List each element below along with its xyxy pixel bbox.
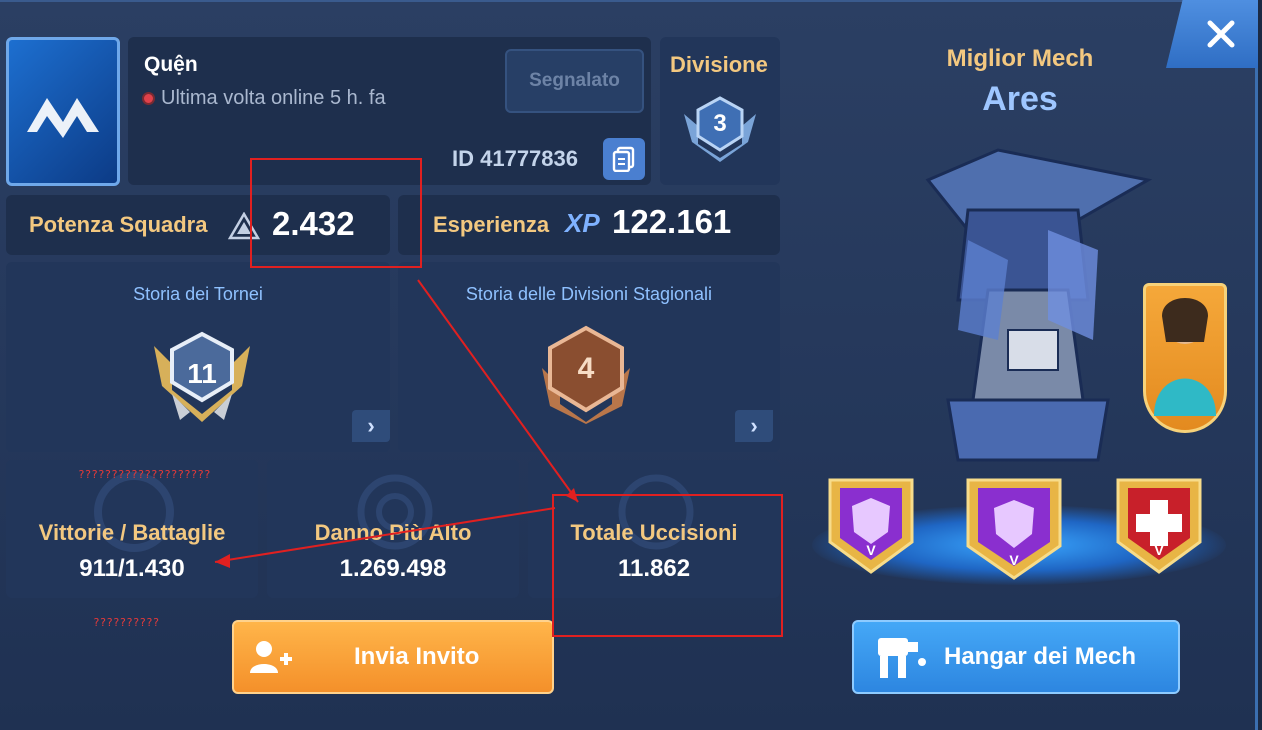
tournament-badge-icon: 11 — [150, 320, 254, 424]
best-mech-title: Miglior Mech — [946, 45, 1094, 72]
player-id: ID 41777836 — [452, 146, 578, 171]
chevron-right-icon: › — [367, 413, 375, 438]
kills-card: Totale Uccisioni 11.862 — [528, 460, 780, 598]
avatar[interactable] — [6, 37, 120, 186]
module-level-3: V — [1154, 542, 1164, 558]
division-label: Divisione — [670, 52, 768, 77]
tournament-badge-number: 11 — [187, 358, 217, 389]
tournament-history-arrow-button[interactable]: › — [352, 410, 390, 442]
seasonal-badge-icon: 4 — [538, 324, 634, 424]
team-power-label: Potenza Squadra — [29, 212, 208, 237]
close-icon — [1207, 20, 1235, 48]
module-level-1: V — [866, 542, 876, 558]
division-number: 3 — [713, 110, 727, 137]
wins-label: Vittorie / Battaglie — [38, 520, 226, 545]
mech-hangar-icon — [878, 638, 926, 678]
mech-hangar-label: Hangar dei Mech — [944, 643, 1137, 670]
send-invite-label: Invia Invito — [354, 643, 480, 670]
seasonal-history-title: Storia delle Divisioni Stagionali — [465, 284, 713, 304]
kills-value: 11.862 — [617, 555, 691, 582]
add-user-icon — [250, 641, 292, 673]
tournament-history-title: Storia dei Tornei — [133, 284, 263, 304]
wins-value: 911/1.430 — [79, 555, 185, 582]
send-invite-button[interactable]: Invia Invito — [232, 620, 554, 694]
online-status: Ultima volta online 5 h. fa — [142, 87, 386, 110]
module-badge-2[interactable]: V — [960, 472, 1068, 582]
xp-icon: XP — [565, 208, 600, 238]
annotation-note-bottom: ?????????? — [93, 616, 160, 629]
seasonal-history-arrow-button[interactable]: › — [735, 410, 773, 442]
repair-module-icon — [1116, 478, 1202, 574]
clan-logo-icon — [27, 97, 99, 138]
shield-module-icon — [828, 478, 914, 574]
player-name: Quện — [144, 53, 198, 76]
power-icon — [227, 211, 261, 245]
kills-label: Totale Uccisioni — [570, 520, 738, 545]
module-badge-1[interactable]: V — [822, 472, 920, 576]
module-level-2: V — [1009, 552, 1019, 568]
copy-id-button[interactable] — [603, 138, 645, 180]
team-power-value: 2.432 — [272, 205, 355, 242]
damage-card: Danno Più Alto 1.269.498 — [267, 460, 519, 598]
division-badge-icon: 3 — [678, 92, 762, 162]
copy-icon — [612, 146, 635, 172]
mech-hangar-button[interactable]: Hangar dei Mech — [852, 620, 1180, 694]
chevron-right-icon: › — [750, 413, 758, 438]
damage-value: 1.269.498 — [339, 555, 447, 582]
module-badge-3[interactable]: V — [1110, 472, 1208, 576]
online-status-text: Ultima volta online 5 h. fa — [161, 87, 386, 109]
experience-value: 122.161 — [612, 203, 732, 240]
annotation-note-top: ???????????????????? — [78, 468, 211, 481]
seasonal-badge-number: 4 — [577, 352, 595, 385]
best-mech-name: Ares — [982, 80, 1058, 118]
mech-ares-image[interactable] — [908, 140, 1168, 500]
pilot-portrait[interactable] — [1143, 283, 1227, 433]
damage-label: Danno Più Alto — [314, 520, 472, 545]
pilot-icon — [1154, 298, 1216, 416]
experience-label: Esperienza — [433, 212, 550, 237]
reported-button[interactable]: Segnalato — [505, 49, 644, 113]
offline-dot-icon — [142, 92, 155, 105]
